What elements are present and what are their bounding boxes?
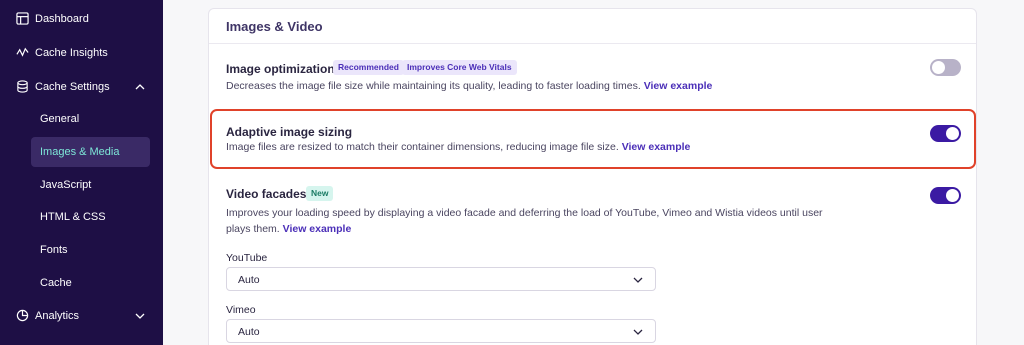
sidebar-item-label: Analytics <box>35 310 80 322</box>
recommended-badge: Recommended <box>333 60 404 75</box>
view-example-link[interactable]: View example <box>283 223 352 235</box>
sidebar-item-dashboard[interactable]: Dashboard <box>0 4 163 34</box>
sidebar-item-label: Cache Settings <box>35 81 110 93</box>
analytics-icon <box>16 309 29 322</box>
sidebar-subitem-general[interactable]: General <box>0 104 163 134</box>
vimeo-select-value: Auto <box>238 326 260 338</box>
sidebar-subitem-label: Images & Media <box>40 146 120 158</box>
sidebar-item-cache-insights[interactable]: Cache Insights <box>0 38 163 68</box>
chevron-down-icon <box>633 329 643 335</box>
sidebar-item-label: Dashboard <box>35 13 89 25</box>
sidebar-subitem-label: HTML & CSS <box>40 211 106 223</box>
image-optimization-title: Image optimization <box>226 62 335 76</box>
view-example-link[interactable]: View example <box>644 80 713 92</box>
video-facades-toggle[interactable] <box>930 187 961 204</box>
settings-card: Images & Video Image optimization Recomm… <box>208 8 977 345</box>
chevron-down-icon[interactable] <box>135 311 145 321</box>
insights-icon <box>16 47 29 57</box>
dashboard-icon <box>16 12 29 25</box>
sidebar-item-label: Cache Insights <box>35 47 108 59</box>
sidebar-subitem-label: JavaScript <box>40 179 92 191</box>
video-facades-desc: Improves your loading speed by displayin… <box>226 205 846 237</box>
vimeo-label: Vimeo <box>226 304 256 316</box>
image-optimization-toggle[interactable] <box>930 59 961 76</box>
sidebar-subitem-images-media[interactable]: Images & Media <box>0 137 163 167</box>
sidebar-subitem-cache[interactable]: Cache <box>0 268 163 298</box>
toggle-knob <box>946 189 959 202</box>
sidebar-item-cache-settings[interactable]: Cache Settings <box>0 72 163 102</box>
sidebar-subitem-label: Cache <box>40 277 72 289</box>
desc-text: Decreases the image file size while main… <box>226 80 641 92</box>
chevron-up-icon[interactable] <box>135 82 145 92</box>
sidebar-subitem-javascript[interactable]: JavaScript <box>0 170 163 200</box>
sidebar: Dashboard Cache Insights Cache Settings … <box>0 0 163 345</box>
desc-text: them. <box>253 223 280 235</box>
sidebar-item-analytics[interactable]: Analytics <box>0 301 163 331</box>
sidebar-subitem-label: General <box>40 113 80 125</box>
new-badge: New <box>306 186 334 201</box>
chevron-down-icon <box>633 277 643 283</box>
card-title: Images & Video <box>226 19 323 34</box>
youtube-select[interactable]: Auto <box>226 267 656 291</box>
card-header: Images & Video <box>209 9 976 44</box>
youtube-label: YouTube <box>226 252 268 264</box>
sidebar-subitem-html-css[interactable]: HTML & CSS <box>0 202 163 232</box>
database-icon <box>17 80 28 93</box>
toggle-knob <box>932 61 945 74</box>
core-web-vitals-badge: Improves Core Web Vitals <box>402 60 517 75</box>
highlight-box <box>210 109 976 169</box>
vimeo-select[interactable]: Auto <box>226 319 656 343</box>
sidebar-subitem-fonts[interactable]: Fonts <box>0 235 163 265</box>
youtube-select-value: Auto <box>238 274 260 286</box>
image-optimization-desc: Decreases the image file size while main… <box>226 78 712 94</box>
sidebar-subitem-label: Fonts <box>40 244 68 256</box>
video-facades-title: Video facades <box>226 187 307 201</box>
